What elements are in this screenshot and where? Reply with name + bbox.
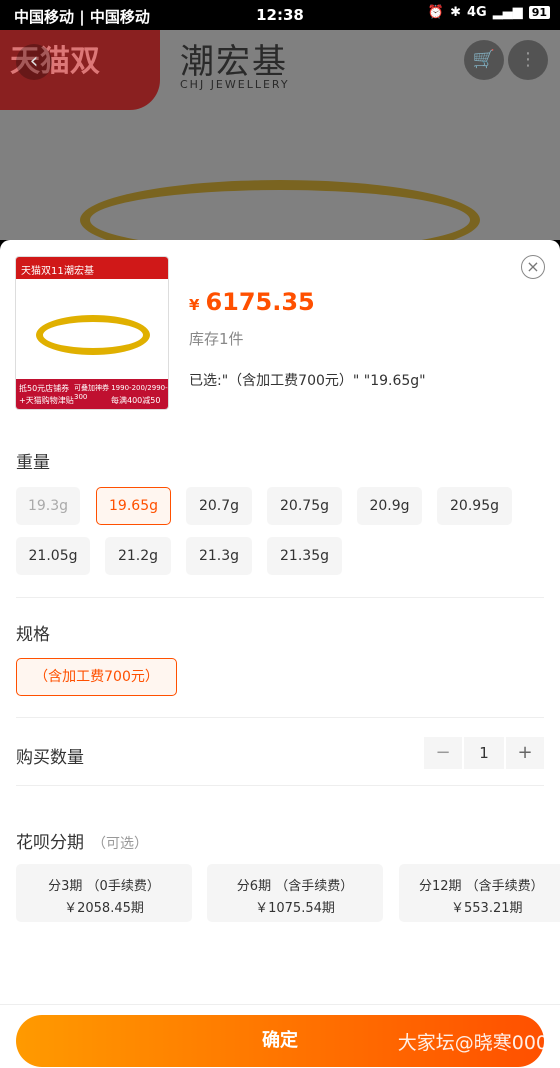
sku-selection-sheet: 天猫双11 潮宏基 抵50元店铺券 +天猫购物津贴 可叠加神券 1990-200… (0, 240, 560, 1068)
quantity-title: 购买数量 (16, 748, 84, 768)
more-icon[interactable]: ⋮ (508, 40, 548, 80)
huabei-title: 花呗分期 （可选） (16, 828, 148, 853)
plan-terms: 分6期 （含手续费） (236, 879, 354, 894)
weight-option[interactable]: 21.35g (267, 537, 342, 575)
thumbnail-header: 天猫双11 潮宏基 (16, 257, 168, 279)
promo-coupon: 抵50元店铺券 (19, 384, 70, 393)
footer-divider (0, 1004, 560, 1005)
divider (16, 717, 544, 718)
weight-option[interactable]: 20.9g (357, 487, 422, 525)
weight-option[interactable]: 20.7g (186, 487, 252, 525)
promo-allowance: +天猫购物津贴 (19, 396, 74, 405)
currency-symbol: ¥ (189, 296, 200, 314)
thumbnail-brand: 潮宏基 (64, 266, 94, 277)
installment-plan-6[interactable]: 分6期 （含手续费） ￥1075.54期 (207, 864, 383, 922)
weight-option[interactable]: 21.2g (105, 537, 171, 575)
price-value: 6175.35 (205, 288, 315, 316)
plan-amount: ￥1075.54期 (255, 901, 335, 916)
status-icons: ⏰ ✱ 4G ▂▄▆ 91 (428, 5, 550, 20)
weight-option[interactable]: 20.75g (267, 487, 342, 525)
bluetooth-icon: ✱ (450, 5, 461, 20)
cart-icon[interactable]: 🛒 (464, 40, 504, 80)
close-icon[interactable]: × (521, 255, 545, 279)
spec-title: 规格 (16, 625, 50, 645)
plan-terms: 分12期 （含手续费） (419, 879, 544, 894)
installment-plan-12[interactable]: 分12期 （含手续费） ￥553.21期 (399, 864, 560, 922)
weight-option[interactable]: 19.3g (16, 487, 80, 525)
weight-option[interactable]: 20.95g (437, 487, 512, 525)
plan-amount: ￥2058.45期 (64, 901, 144, 916)
installment-plan-3[interactable]: 分3期 （0手续费） ￥2058.45期 (16, 864, 192, 922)
brand-logo: 潮宏基 (180, 42, 288, 82)
thumbnail-promo: 抵50元店铺券 +天猫购物津贴 可叠加神券 1990-200/2990-300 … (16, 379, 168, 409)
price: ¥6175.35 (189, 288, 315, 316)
tmall-badge: 天猫双11 (21, 266, 64, 277)
huabei-optional: （可选） (92, 836, 148, 852)
weight-option[interactable]: 21.3g (186, 537, 252, 575)
weight-option-selected[interactable]: 19.65g (96, 487, 171, 525)
plan-terms: 分3期 （0手续费） (48, 879, 160, 894)
promo-discount: 每满400减50 (111, 396, 161, 405)
product-page-background: 天猫双 潮宏基 CHJ JEWELLERY ‹ 🛒 ⋮ (0, 30, 560, 240)
huabei-label: 花呗分期 (16, 833, 84, 853)
status-bar: 中国移动 | 中国移动 12:38 ⏰ ✱ 4G ▂▄▆ 91 (0, 0, 560, 30)
divider (16, 785, 544, 786)
selected-summary: 已选:"（含加工费700元）" "19.65g" (189, 373, 426, 389)
quantity-stepper: − 1 + (424, 737, 544, 769)
plan-amount: ￥553.21期 (451, 901, 523, 916)
stock-label: 库存1件 (189, 330, 244, 348)
alarm-icon: ⏰ (427, 5, 445, 20)
weight-option[interactable]: 21.05g (16, 537, 90, 575)
spec-option-selected[interactable]: （含加工费700元） (16, 658, 177, 696)
product-thumbnail[interactable]: 天猫双11 潮宏基 抵50元店铺券 +天猫购物津贴 可叠加神券 1990-200… (15, 256, 169, 410)
quantity-plus-button[interactable]: + (506, 737, 544, 769)
signal-icon: ▂▄▆ (492, 5, 523, 20)
divider (16, 597, 544, 598)
brand-subtitle: CHJ JEWELLERY (180, 78, 290, 91)
quantity-minus-button[interactable]: − (424, 737, 462, 769)
network-type: 4G (466, 5, 487, 20)
battery-icon: 91 (528, 6, 550, 19)
bracelet-image (36, 315, 150, 355)
watermark: 大家坛@晓寒000 (397, 1032, 548, 1054)
quantity-input[interactable]: 1 (464, 737, 504, 769)
weight-title: 重量 (16, 453, 50, 473)
back-icon[interactable]: ‹ (16, 44, 52, 80)
